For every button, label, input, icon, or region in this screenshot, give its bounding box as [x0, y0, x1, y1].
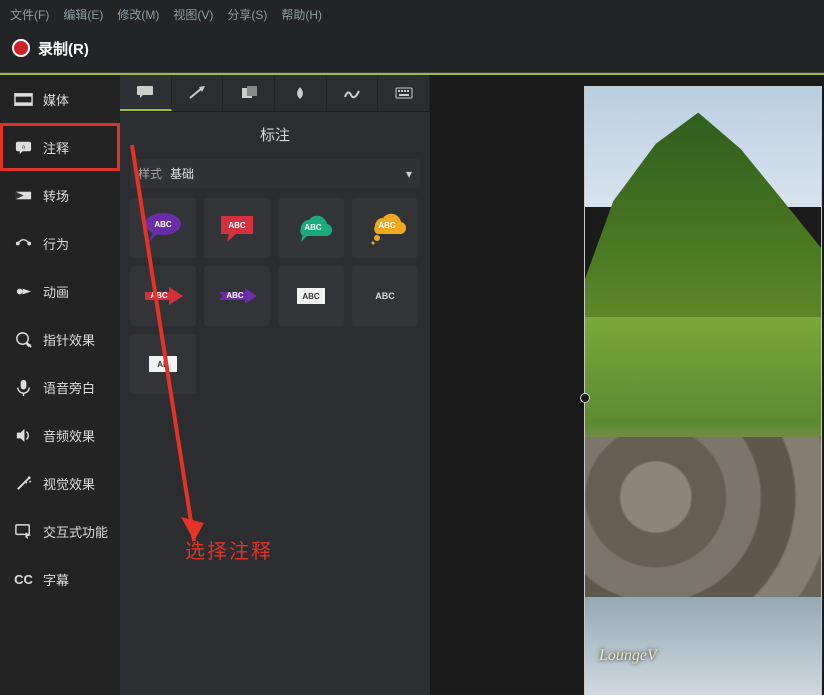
callout-thought-orange[interactable]: ABC: [352, 198, 418, 258]
resize-handle-left[interactable]: [580, 393, 590, 403]
style-dropdown[interactable]: 样式 基础 ▾: [130, 159, 420, 188]
menu-share[interactable]: 分享(S): [227, 6, 267, 23]
annotation-tabs: [120, 75, 430, 112]
sidebar-item-label: 动画: [43, 282, 69, 301]
tab-keystroke[interactable]: [378, 75, 430, 111]
tab-blur[interactable]: [275, 75, 327, 111]
menu-edit[interactable]: 编辑(E): [63, 6, 103, 23]
tutorial-text: 选择注释: [185, 535, 273, 564]
menu-modify[interactable]: 修改(M): [117, 6, 159, 23]
svg-text:ABC: ABC: [304, 223, 322, 232]
sidebar-item-label: 媒体: [43, 90, 69, 109]
watermark-text: LoungeV: [599, 647, 657, 665]
cc-icon: CC: [14, 570, 33, 589]
svg-text:ABC: ABC: [302, 292, 320, 301]
record-icon: [12, 39, 30, 57]
callout-rect-plain[interactable]: AB: [130, 334, 196, 394]
menu-bar: 文件(F) 编辑(E) 修改(M) 视图(V) 分享(S) 帮助(H): [0, 0, 824, 28]
transitions-icon: [14, 186, 33, 205]
chevron-down-icon: ▾: [406, 167, 412, 181]
record-label: 录制(R): [38, 38, 89, 59]
interactivity-icon: [14, 522, 33, 541]
sidebar-item-interactivity[interactable]: 交互式功能: [0, 507, 120, 555]
menu-file[interactable]: 文件(F): [10, 6, 49, 23]
sidebar-item-label: 语音旁白: [43, 378, 95, 397]
sidebar-item-label: 字幕: [43, 570, 69, 589]
svg-text:ABC: ABC: [226, 291, 244, 300]
media-icon: [14, 90, 33, 109]
sidebar-item-label: 转场: [43, 186, 69, 205]
preview-clip[interactable]: LoungeV: [585, 87, 821, 695]
menu-view[interactable]: 视图(V): [173, 6, 213, 23]
tab-arrows[interactable]: [172, 75, 224, 111]
menu-help[interactable]: 帮助(H): [281, 6, 322, 23]
callout-arrow-red[interactable]: ABC: [130, 266, 196, 326]
sidebar-item-visual-effects[interactable]: 视觉效果: [0, 459, 120, 507]
annotation-icon: a: [14, 138, 33, 157]
svg-text:ABC: ABC: [378, 221, 396, 230]
callout-arrow-purple[interactable]: ABC: [204, 266, 270, 326]
tab-shapes[interactable]: [223, 75, 275, 111]
mic-icon: [14, 378, 33, 397]
sidebar-item-label: 交互式功能: [43, 522, 108, 541]
callout-speech-purple[interactable]: ABC: [130, 198, 196, 258]
panel-title: 标注: [120, 112, 430, 155]
sidebar-item-label: 注释: [43, 138, 69, 157]
sidebar-item-label: 音频效果: [43, 426, 95, 445]
style-value: 基础: [170, 165, 406, 182]
callout-text-only[interactable]: ABC: [352, 266, 418, 326]
sidebar-item-behaviors[interactable]: 行为: [0, 219, 120, 267]
sidebar-item-animations[interactable]: 动画: [0, 267, 120, 315]
svg-text:ABC: ABC: [228, 221, 246, 230]
sidebar-item-label: 指针效果: [43, 330, 95, 349]
callout-cloud-green[interactable]: ABC: [278, 198, 344, 258]
sidebar-item-label: 视觉效果: [43, 474, 95, 493]
sidebar-item-transitions[interactable]: 转场: [0, 171, 120, 219]
sidebar-item-annotations[interactable]: a 注释: [0, 123, 120, 171]
style-label: 样式: [138, 165, 162, 182]
animations-icon: [14, 282, 33, 301]
behaviors-icon: [14, 234, 33, 253]
svg-text:ABC: ABC: [154, 220, 172, 229]
callout-grid: ABC ABC ABC ABC ABC ABC ABC ABC AB: [120, 198, 430, 394]
svg-text:ABC: ABC: [150, 291, 168, 300]
tab-callouts[interactable]: [120, 75, 172, 111]
wand-icon: [14, 474, 33, 493]
tab-sketch[interactable]: [327, 75, 379, 111]
sidebar-item-label: 行为: [43, 234, 69, 253]
sidebar-item-media[interactable]: 媒体: [0, 75, 120, 123]
callout-rect-red[interactable]: ABC: [204, 198, 270, 258]
preview-water: [585, 597, 821, 695]
sidebar-item-cursor-effects[interactable]: 指针效果: [0, 315, 120, 363]
svg-text:ABC: ABC: [375, 291, 395, 301]
sidebar-item-audio-effects[interactable]: 音频效果: [0, 411, 120, 459]
sidebar-item-captions[interactable]: CC 字幕: [0, 555, 120, 603]
cursor-icon: [14, 330, 33, 349]
sidebar-item-narration[interactable]: 语音旁白: [0, 363, 120, 411]
record-bar[interactable]: 录制(R): [0, 28, 824, 73]
svg-text:AB: AB: [157, 360, 169, 369]
speaker-icon: [14, 426, 33, 445]
preview-canvas[interactable]: LoungeV: [430, 75, 824, 695]
sidebar: 媒体 a 注释 转场 行为 动画 指针效果 语音旁白 音频效果: [0, 75, 120, 695]
callout-rect-white[interactable]: ABC: [278, 266, 344, 326]
annotations-panel: 标注 样式 基础 ▾ ABC ABC ABC ABC ABC ABC ABC A…: [120, 75, 430, 695]
